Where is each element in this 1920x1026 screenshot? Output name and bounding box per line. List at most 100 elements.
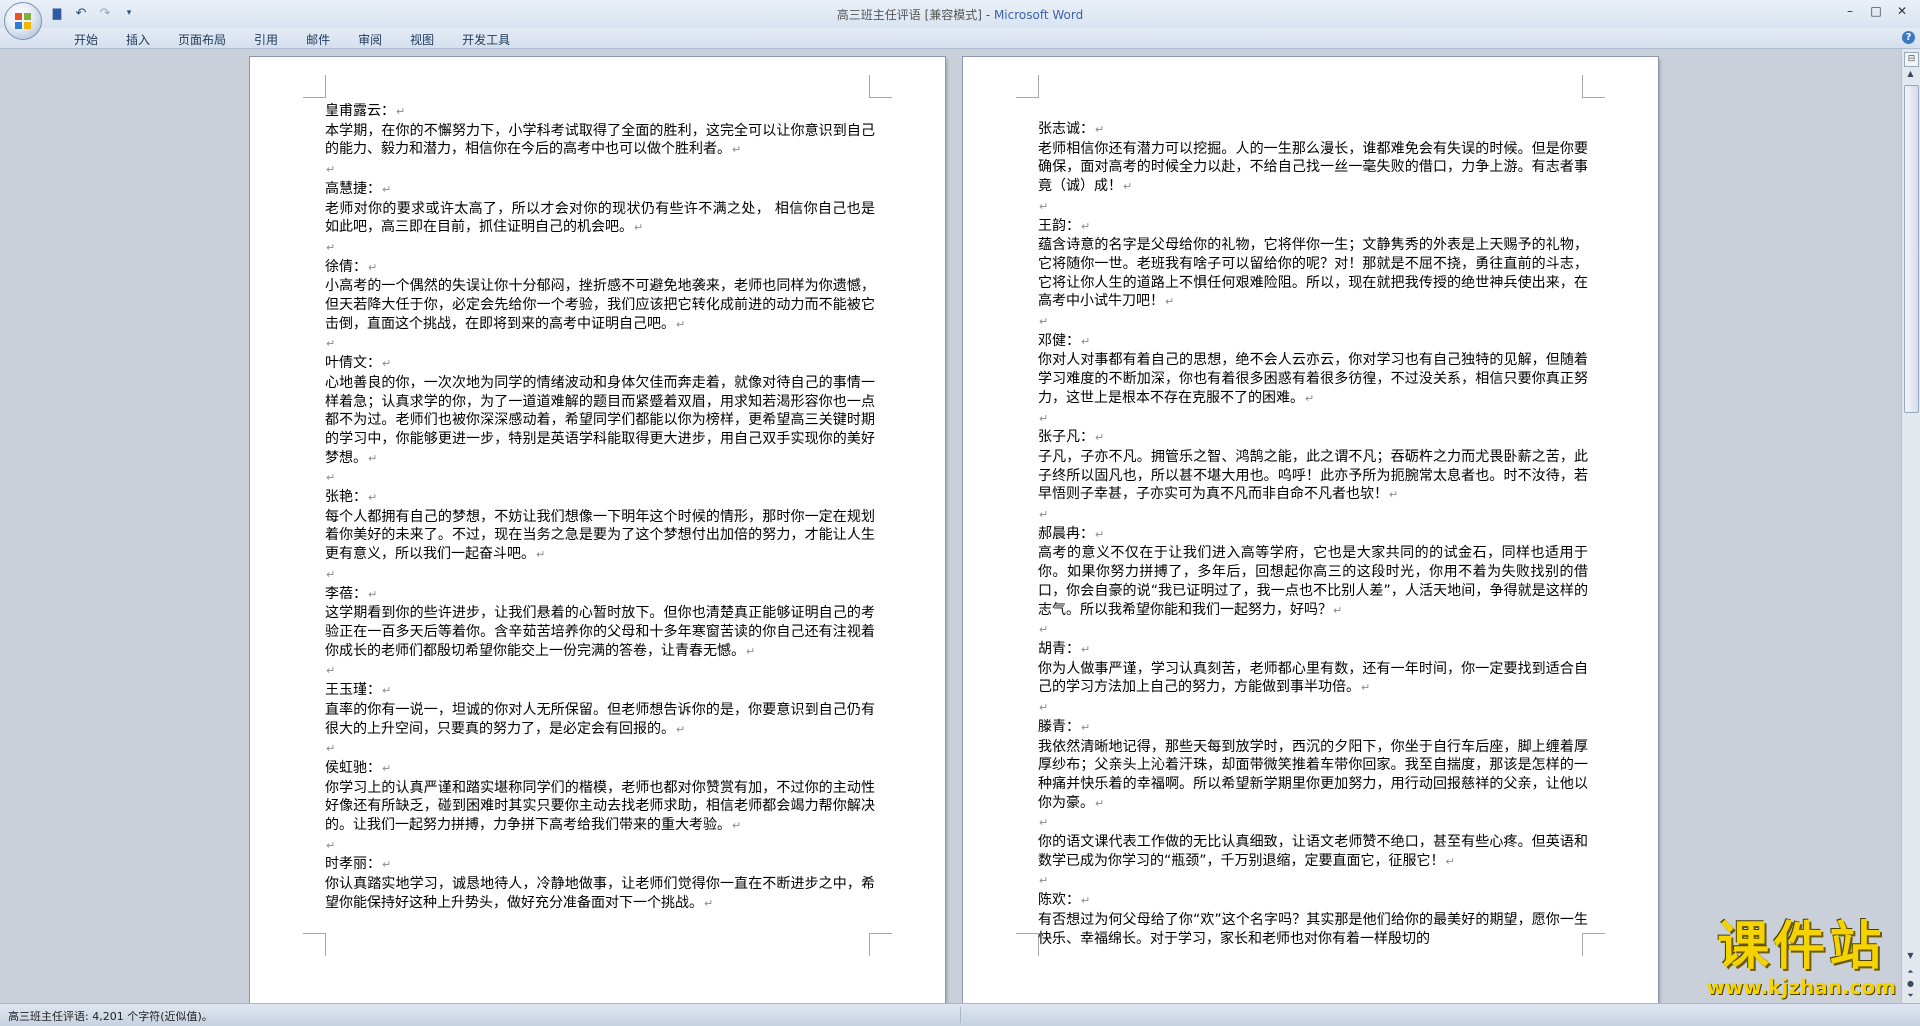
vertical-scrollbar[interactable]: ⊟ ▲ ▼ ⏶ ● ⏷ [1901,49,1920,1003]
student-name: 时孝丽： [325,855,875,875]
student-name: 王韵： [1038,217,1588,237]
ribbon-tab-bar: 开始 插入 页面布局 引用 邮件 审阅 视图 开发工具 ? [0,28,1920,49]
application-name: Microsoft Word [993,8,1084,22]
comment-entry: 张子凡：子凡，子亦不凡。拥管乐之智、鸿鹄之能，此之谓不凡；吞砺杵之力而尤畏卧薪之… [1038,428,1588,525]
page-2-text[interactable]: 张志诚：老师相信你还有潜力可以挖掘。人的一生那么漫长，谁都难免会有失误的时候。但… [1038,120,1588,948]
comment-entry: 郝晨冉：高考的意义不仅在于让我们进入高等学府，它也是大家共同的的试金石，同样也适… [1038,525,1588,640]
student-name: 王玉瑾： [325,681,875,701]
comment-text: 直率的你有一说一，坦诚的你对人无所保留。但老师想告诉你的是，你要意识到自己仍有很… [325,701,875,739]
title-bar: ▇ ↶ ↷ ▾ 高三班主任评语 [兼容模式] - Microsoft Word … [0,0,1920,29]
page-1-text[interactable]: 皇甫露云：本学期，在你的不懈努力下，小学科考试取得了全面的胜利，这完全可以让你意… [325,102,875,914]
close-button[interactable]: ✕ [1890,2,1914,20]
comment-text: 这学期看到你的些许进步，让我们悬着的心暂时放下。但你也清楚真正能够证明自己的考验… [325,604,875,661]
crop-mark-bottom-left [303,933,326,956]
site-watermark: 课件站 www.kjzhan.com [1706,919,1896,999]
student-name: 胡青： [1038,640,1588,660]
next-page-icon[interactable]: ⏷ [1904,991,1917,1001]
comment-entry: 时孝丽：你认真踏实地学习，诚恳地待人，冷静地做事，让老师们觉得你一直在不断进步之… [325,855,875,913]
comment-entry: 王韵：蕴含诗意的名字是父母给你的礼物，它将伴你一生；文静隽秀的外表是上天赐予的礼… [1038,217,1588,332]
title-separator: - [981,8,994,22]
tab-insert[interactable]: 插入 [112,30,164,49]
comment-text: 你的语文课代表工作做的无比认真细致，让语文老师赞不绝口，甚至有些心疼。但英语和数… [1038,833,1588,871]
previous-page-icon[interactable]: ⏶ [1904,967,1917,977]
comment-text: 有否想过为何父母给了你“欢”这个名字吗？其实那是他们给你的最美好的期望，愿你一生… [1038,911,1588,947]
student-name: 邓健： [1038,332,1588,352]
document-area[interactable]: 皇甫露云：本学期，在你的不懈努力下，小学科考试取得了全面的胜利，这完全可以让你意… [0,49,1902,1003]
tab-references[interactable]: 引用 [240,30,292,49]
student-name: 李蓓： [325,585,875,605]
comment-entry: 皇甫露云：本学期，在你的不懈努力下，小学科考试取得了全面的胜利，这完全可以让你意… [325,102,875,180]
document-page-2[interactable]: 张志诚：老师相信你还有潜力可以挖掘。人的一生那么漫长，谁都难免会有失误的时候。但… [963,57,1658,1003]
comment-text: 每个人都拥有自己的梦想，不妨让我们想像一下明年这个时候的情形，那时你一定在规划着… [325,508,875,565]
watermark-url: www.kjzhan.com [1706,975,1896,999]
comment-entry: 张志诚：老师相信你还有潜力可以挖掘。人的一生那么漫长，谁都难免会有失误的时候。但… [1038,120,1588,217]
student-name: 陈欢： [1038,891,1588,911]
scroll-thumb[interactable] [1904,85,1919,413]
student-name: 张子凡： [1038,428,1588,448]
comment-entry: 张艳：每个人都拥有自己的梦想，不妨让我们想像一下明年这个时候的情形，那时你一定在… [325,488,875,585]
character-count-status[interactable]: 高三班主任评语: 4,201 个字符(近似值)。 [8,1008,213,1024]
crop-mark-top-right [869,75,892,98]
comment-entry: 叶倩文：心地善良的你，一次次地为同学的情绪波动和身体欠佳而奔走着，就像对待自己的… [325,354,875,488]
student-name: 徐倩： [325,258,875,278]
student-name: 高慧捷： [325,180,875,200]
window-controls: – □ ✕ [1838,2,1914,20]
help-icon[interactable]: ? [1902,31,1915,44]
tab-view[interactable]: 视图 [396,30,448,49]
scroll-down-arrow-icon[interactable]: ▼ [1904,951,1917,963]
tab-mailings[interactable]: 邮件 [292,30,344,49]
comment-text: 老师相信你还有潜力可以挖掘。人的一生那么漫长，谁都难免会有失误的时候。但是你要确… [1038,140,1588,197]
comment-entry: 你的语文课代表工作做的无比认真细致，让语文老师赞不绝口，甚至有些心疼。但英语和数… [1038,833,1588,891]
crop-mark-top-left [1016,75,1039,98]
comment-entry: 邓健：你对人对事都有着自己的思想，绝不会人云亦云，你对学习也有自己独特的见解，但… [1038,332,1588,429]
comment-text: 心地善良的你，一次次地为同学的情绪波动和身体欠佳而奔走着，就像对待自己的事情一样… [325,374,875,469]
comment-text: 高考的意义不仅在于让我们进入高等学府，它也是大家共同的的试金石，同样也适用于你。… [1038,544,1588,620]
document-title: 高三班主任评语 [兼容模式] [836,8,982,22]
comment-entry: 滕青：我依然清晰地记得，那些天每到放学时，西沉的夕阳下，你坐于自行车后座，脚上缠… [1038,718,1588,833]
document-page-1[interactable]: 皇甫露云：本学期，在你的不懈努力下，小学科考试取得了全面的胜利，这完全可以让你意… [250,57,945,1003]
minimize-button[interactable]: – [1838,2,1862,20]
status-bar: 高三班主任评语: 4,201 个字符(近似值)。 [0,1003,1920,1026]
student-name: 张志诚： [1038,120,1588,140]
watermark-title: 课件站 [1717,917,1886,977]
student-name: 侯虹驰： [325,759,875,779]
office-button[interactable] [4,2,42,40]
comment-text: 你学习上的认真严谨和踏实堪称同学们的楷模，老师也都对你赞赏有加，不过你的主动性好… [325,779,875,836]
comment-entry: 胡青：你为人做事严谨，学习认真刻苦，老师都心里有数，还有一年时间，你一定要找到适… [1038,640,1588,718]
student-name: 叶倩文： [325,354,875,374]
tab-home[interactable]: 开始 [60,30,112,49]
comment-text: 你对人对事都有着自己的思想，绝不会人云亦云，你对学习也有自己独特的见解，但随着学… [1038,351,1588,408]
comment-entry: 徐倩：小高考的一个偶然的失误让你十分郁闷，挫折感不可避免地袭来，老师也同样为你遗… [325,258,875,355]
status-divider [960,1007,961,1023]
comment-text: 你认真踏实地学习，诚恳地待人，冷静地做事，让老师们觉得你一直在不断进步之中，希望… [325,875,875,913]
tab-page-layout[interactable]: 页面布局 [164,30,240,49]
view-ruler-icon[interactable]: ⊟ [1904,52,1919,67]
select-browse-object-icon[interactable]: ● [1904,979,1917,989]
crop-mark-bottom-right [869,933,892,956]
student-name: 郝晨冉： [1038,525,1588,545]
comment-entry: 王玉瑾：直率的你有一说一，坦诚的你对人无所保留。但老师想告诉你的是，你要意识到自… [325,681,875,759]
ribbon-tabs: 开始 插入 页面布局 引用 邮件 审阅 视图 开发工具 [60,30,524,49]
comment-entry: 侯虹驰：你学习上的认真严谨和踏实堪称同学们的楷模，老师也都对你赞赏有加，不过你的… [325,759,875,856]
tab-review[interactable]: 审阅 [344,30,396,49]
comment-text: 蕴含诗意的名字是父母给你的礼物，它将伴你一生；文静隽秀的外表是上天赐予的礼物，它… [1038,236,1588,312]
comment-text: 本学期，在你的不懈努力下，小学科考试取得了全面的胜利，这完全可以让你意识到自己的… [325,122,875,160]
comment-text: 子凡，子亦不凡。拥管乐之智、鸿鹄之能，此之谓不凡；吞砺杵之力而尤畏卧薪之苦，此子… [1038,448,1588,505]
office-logo-icon [15,13,31,29]
comment-entry: 李蓓：这学期看到你的些许进步，让我们悬着的心暂时放下。但你也清楚真正能够证明自己… [325,585,875,682]
comment-entry: 高慧捷：老师对你的要求或许太高了，所以才会对你的现状仍有些许不满之处， 相信你自… [325,180,875,258]
student-name: 滕青： [1038,718,1588,738]
comment-text: 小高考的一个偶然的失误让你十分郁闷，挫折感不可避免地袭来，老师也同样为你遗憾，但… [325,277,875,334]
comment-entry: 陈欢：有否想过为何父母给了你“欢”这个名字吗？其实那是他们给你的最美好的期望，愿… [1038,891,1588,948]
scroll-up-arrow-icon[interactable]: ▲ [1904,69,1917,81]
crop-mark-top-left [303,75,326,98]
comment-text: 我依然清晰地记得，那些天每到放学时，西沉的夕阳下，你坐于自行车后座，脚上缠着厚厚… [1038,738,1588,814]
student-name: 皇甫露云： [325,102,875,122]
window-title: 高三班主任评语 [兼容模式] - Microsoft Word [0,6,1920,23]
tab-developer[interactable]: 开发工具 [448,30,524,49]
crop-mark-bottom-left [1016,933,1039,956]
crop-mark-top-right [1582,75,1605,98]
maximize-button[interactable]: □ [1864,2,1888,20]
student-name: 张艳： [325,488,875,508]
comment-text: 老师对你的要求或许太高了，所以才会对你的现状仍有些许不满之处， 相信你自己也是如… [325,200,875,238]
